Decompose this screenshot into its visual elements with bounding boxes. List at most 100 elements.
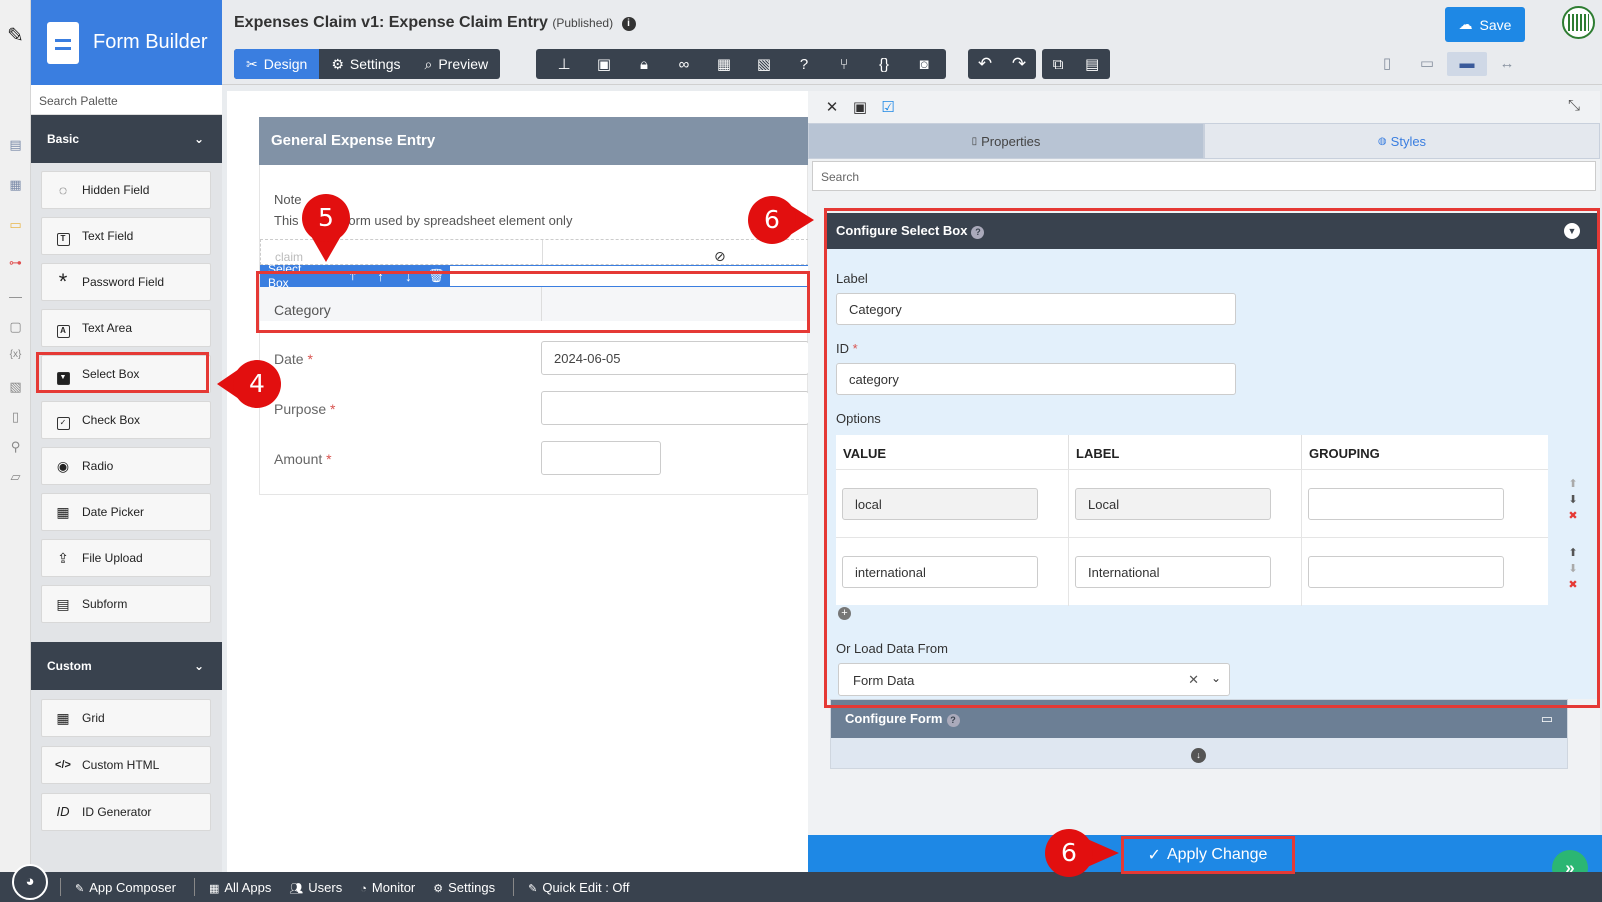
subform-icon: ▤ [56, 596, 70, 612]
step-badge-6-apply: 6 [1045, 829, 1119, 877]
expand-width-icon[interactable]: ↔ [1487, 52, 1527, 76]
eye-slash-icon: ◌ [58, 182, 68, 198]
step-number: 6 [748, 196, 796, 244]
gear-icon: ⚙ [433, 882, 444, 895]
preview-icon: ⌕ [424, 55, 433, 72]
branch-icon[interactable]: ⑂ [824, 56, 864, 73]
form-icon[interactable]: ▤ [7, 136, 24, 153]
redo-icon[interactable]: ↷ [1012, 54, 1026, 74]
monitor-link[interactable]: ◔ Monitor [360, 880, 415, 895]
form-title: Expenses Claim v1: Expense Claim Entry (… [234, 14, 636, 32]
home-logo-icon[interactable]: ◕ [12, 864, 48, 900]
laptop-icon[interactable]: ▬ [1447, 52, 1487, 76]
form-title-text: Expenses Claim v1: Expense Claim Entry [234, 14, 548, 31]
save-label: Save [1479, 16, 1512, 33]
radio-icon: ◉ [56, 458, 70, 474]
settings-link[interactable]: ⚙ Settings [433, 880, 495, 895]
edit-icon: ✎ [75, 882, 85, 895]
arrow-down-circle-icon[interactable]: ↓ [1191, 748, 1206, 763]
avatar[interactable] [1562, 6, 1595, 39]
palette-item-text-field[interactable]: T Text Field [41, 217, 211, 255]
check-icon[interactable]: ☑ [874, 98, 902, 116]
copy-paste-group: ⧉ ▤ [1042, 49, 1110, 79]
tab-settings[interactable]: ⚙ Settings [319, 49, 412, 79]
app-composer-link[interactable]: ✎ App Composer [75, 880, 176, 895]
palette-item-radio[interactable]: ◉ Radio [41, 447, 211, 485]
quick-edit-toggle[interactable]: ✎ Quick Edit : Off [528, 880, 629, 895]
highlight-select-box-palette [36, 352, 209, 393]
left-rail: ✎ ▤ ▦ ▭ ⊶ — ▢ {x} ▧ ▯ ⚲ ▱ [0, 0, 31, 872]
json-icon[interactable]: {} [864, 56, 904, 73]
basic-section-header[interactable]: Basic ⌄ [31, 115, 222, 163]
variable-icon[interactable]: {x} [7, 346, 24, 363]
palette-search-input[interactable]: Search Palette [31, 85, 222, 115]
palette-item-text-area[interactable]: A Text Area [41, 309, 211, 347]
hidden-field-element[interactable]: claim ⊘ [260, 239, 809, 266]
phone-icon[interactable]: ▯ [1367, 52, 1407, 76]
palette-item-label: Text Area [82, 321, 133, 335]
palette-item-check-box[interactable]: ✓ Check Box [41, 401, 211, 439]
palette-item-id-generator[interactable]: ID ID Generator [41, 793, 211, 831]
section-title[interactable]: General Expense Entry [259, 117, 808, 165]
palette-item-label: Radio [82, 459, 114, 473]
divider: — [9, 289, 22, 304]
tab-label: Styles [1390, 133, 1427, 149]
file-icon[interactable]: ▯ [7, 408, 24, 425]
users-link[interactable]: 👥︎ Users [289, 880, 342, 895]
properties-search-input[interactable]: Search [812, 161, 1596, 191]
palette-item-date-picker[interactable]: ▦ Date Picker [41, 493, 211, 531]
edit-icon[interactable]: ✎ [7, 26, 24, 46]
info-icon[interactable]: i [621, 17, 636, 31]
compress-icon[interactable]: ⤡ [1560, 97, 1588, 114]
tab-preview[interactable]: ⌕ Preview [412, 49, 500, 79]
all-apps-link[interactable]: ▦ All Apps [209, 880, 271, 895]
translate-icon[interactable]: ▧ [744, 55, 784, 73]
grid-icon: ▦ [208, 882, 220, 895]
palette-item-label: Subform [82, 597, 128, 611]
palette-item-password-field[interactable]: * Password Field [41, 263, 211, 301]
save-icon[interactable]: ▣ [846, 98, 874, 116]
amount-input[interactable] [541, 441, 661, 475]
divider [60, 878, 61, 896]
highlight-select-box-element [256, 271, 810, 333]
cloud-upload-icon: ☁ [1458, 16, 1473, 32]
process-icon[interactable]: ⊶ [7, 254, 24, 271]
custom-section-header[interactable]: Custom ⌄ [31, 642, 222, 690]
purpose-input[interactable] [541, 391, 809, 425]
tree-icon[interactable]: ⊥ [544, 55, 584, 73]
plugin-icon[interactable]: ⚲ [7, 438, 24, 455]
palette-item-hidden-field[interactable]: ◌ Hidden Field [41, 171, 211, 209]
tab-styles[interactable]: ◍ Styles [1204, 123, 1600, 159]
palette-item-custom-html[interactable]: </> Custom HTML [41, 746, 211, 784]
resource-icon[interactable]: ▧ [7, 378, 24, 395]
tab-properties[interactable]: ▯ Properties [808, 123, 1204, 159]
binoculars-icon[interactable]: ∞ [664, 56, 704, 73]
export-icon[interactable]: ▣ [584, 55, 624, 73]
divider [193, 878, 195, 896]
file-icon: ▯ [971, 135, 978, 147]
folder-icon[interactable]: ▭ [1541, 711, 1553, 727]
tab-design[interactable]: ✂ Design [234, 49, 320, 79]
save-button[interactable]: ☁ Save [1445, 7, 1525, 42]
palette-item-subform[interactable]: ▤ Subform [41, 585, 211, 623]
tablet-icon[interactable]: ▭ [1407, 52, 1447, 76]
list-icon[interactable]: ▦ [7, 176, 24, 193]
doc-icon[interactable]: ▱ [7, 468, 24, 485]
camera-icon[interactable]: ◙ [904, 56, 944, 73]
palette-item-file-upload[interactable]: ⇪ File Upload [41, 539, 211, 577]
tab-label: Properties [981, 133, 1041, 149]
userview-icon[interactable]: ▭ [7, 216, 24, 233]
help-icon[interactable]: ? [946, 714, 960, 727]
undo-icon[interactable]: ↶ [978, 54, 992, 74]
copy-icon[interactable]: ⧉ [1053, 56, 1064, 73]
help-icon[interactable]: ? [784, 56, 824, 73]
palette-item-label: ID Generator [82, 805, 152, 819]
note-icon[interactable]: ▢ [7, 318, 24, 335]
table-icon[interactable]: ▦ [704, 55, 744, 73]
device-switcher: ▯ ▭ ▬ ↔ [1367, 52, 1527, 76]
palette-item-grid[interactable]: ▦ Grid [41, 699, 211, 737]
paste-icon[interactable]: ▤ [1085, 55, 1099, 73]
close-icon[interactable]: ✕ [818, 98, 846, 116]
lock-icon[interactable]: 🔒︎ [624, 56, 664, 73]
date-input[interactable]: 2024-06-05 [541, 341, 809, 375]
